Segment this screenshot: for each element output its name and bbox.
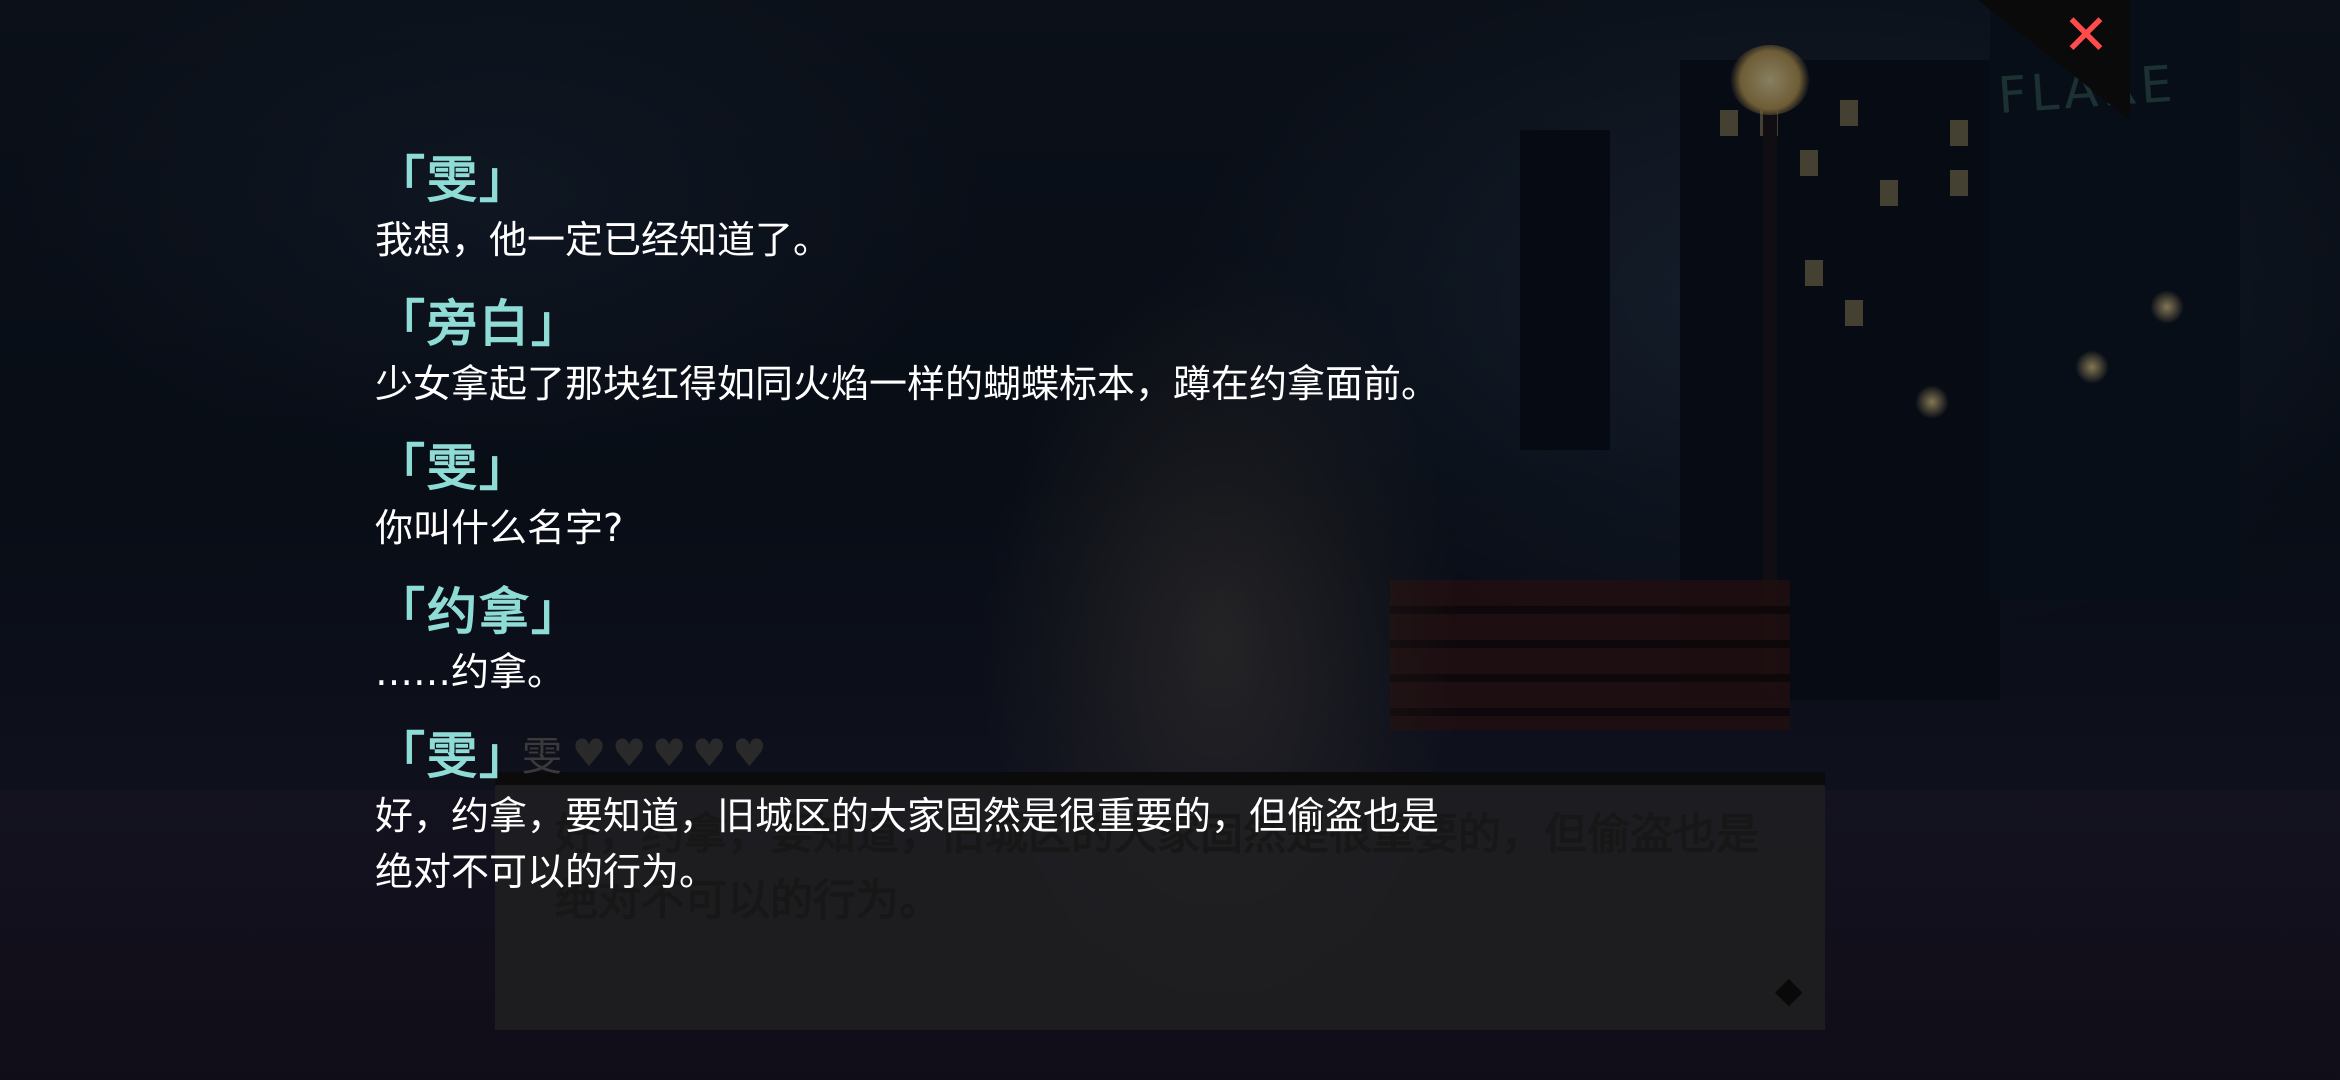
backlog-entry: 「约拿」 ……约拿。 — [375, 580, 1675, 700]
backlog-speaker: 「雯」 — [375, 727, 531, 785]
backlog-speaker: 「约拿」 — [375, 583, 583, 641]
backlog-line: ……约拿。 — [375, 650, 566, 694]
backlog-entry: 「雯」 好，约拿，要知道，旧城区的大家固然是很重要的，但偷盗也是 绝对不可以的行… — [375, 724, 1675, 900]
close-icon[interactable]: ✕ — [2058, 8, 2114, 64]
backlog-speaker: 「雯」 — [375, 151, 531, 209]
backlog-speaker: 「雯」 — [375, 439, 531, 497]
backlog-line: 我想，他一定已经知道了。 — [375, 218, 832, 262]
backlog-list[interactable]: 「雯」 我想，他一定已经知道了。 「旁白」 少女拿起了那块红得如同火焰一样的蝴蝶… — [375, 148, 1675, 924]
backlog-line: 少女拿起了那块红得如同火焰一样的蝴蝶标本，蹲在约拿面前。 — [375, 362, 1440, 406]
backlog-line: 好，约拿，要知道，旧城区的大家固然是很重要的，但偷盗也是 — [375, 794, 1440, 838]
backlog-entry: 「旁白」 少女拿起了那块红得如同火焰一样的蝴蝶标本，蹲在约拿面前。 — [375, 292, 1675, 412]
backlog-entry: 「雯」 你叫什么名字? — [375, 436, 1675, 556]
backlog-entry: 「雯」 我想，他一定已经知道了。 — [375, 148, 1675, 268]
backlog-line: 你叫什么名字? — [375, 506, 624, 550]
backlog-speaker: 「旁白」 — [375, 295, 583, 353]
backlog-line: 绝对不可以的行为。 — [375, 850, 718, 894]
